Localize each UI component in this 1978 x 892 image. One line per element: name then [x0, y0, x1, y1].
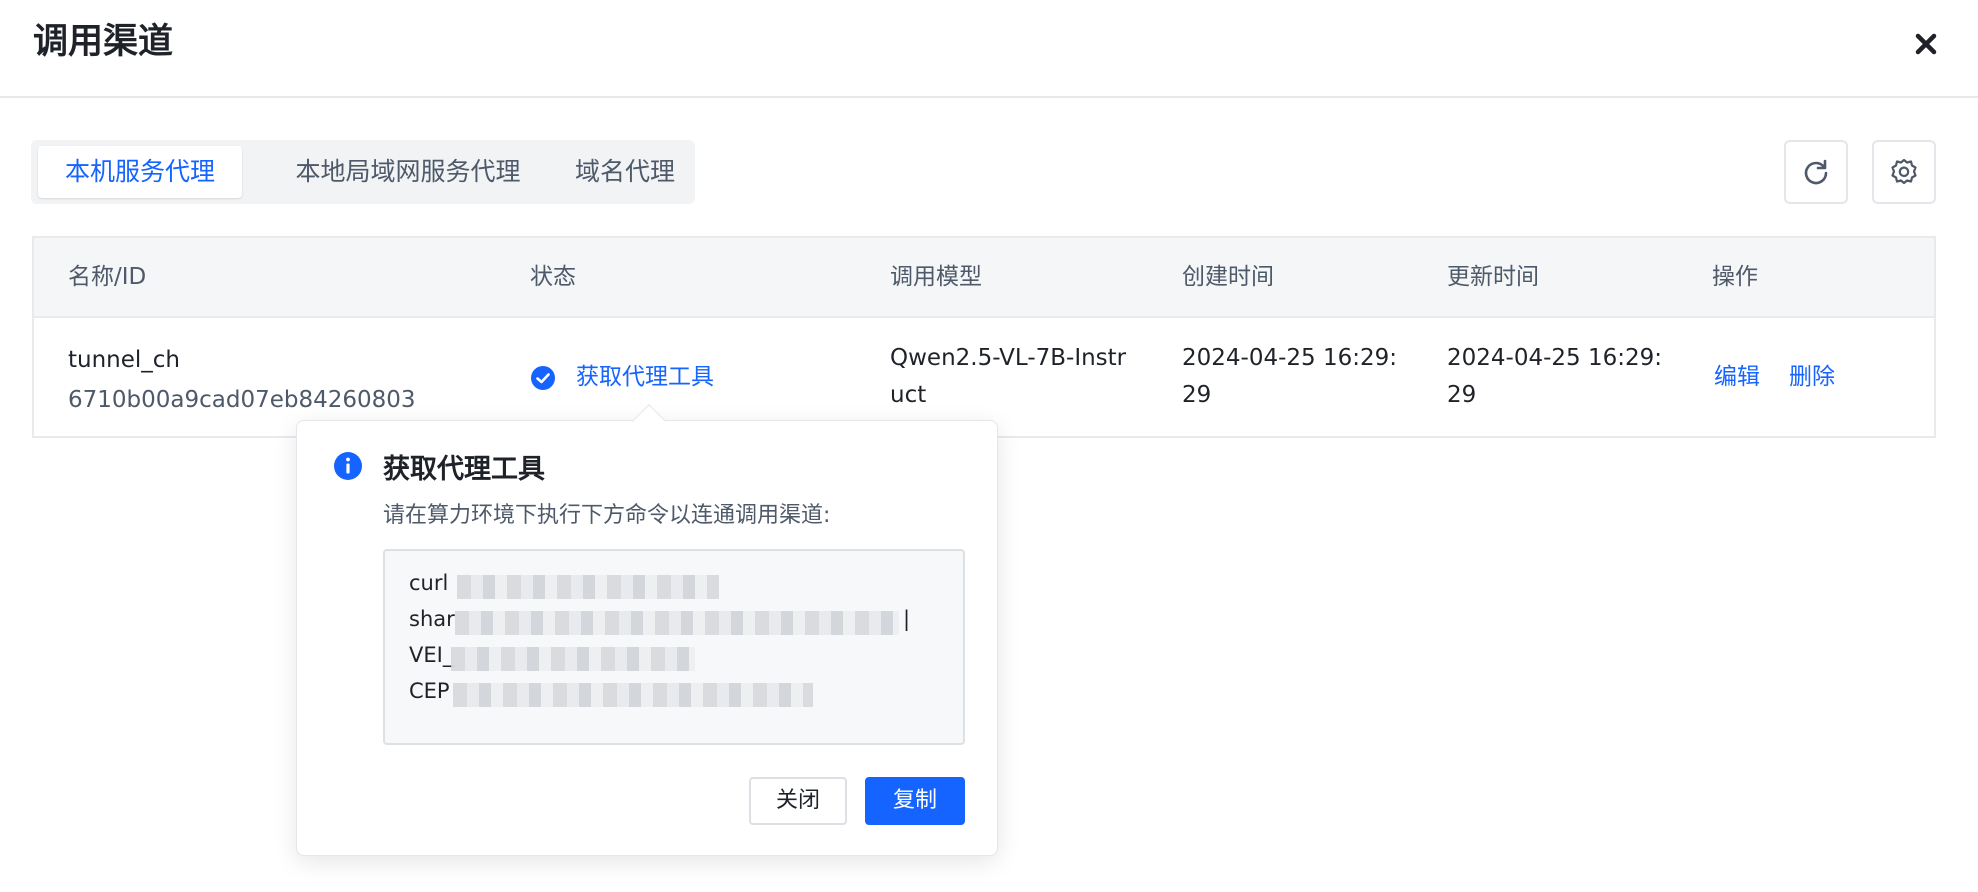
- check-circle-icon: [530, 359, 558, 396]
- column-header-created: 创建时间: [1182, 264, 1274, 290]
- refresh-icon: [1804, 159, 1828, 185]
- channel-table: 名称/ID 状态 调用模型 创建时间 更新时间 操作 tunnel_ch 671…: [32, 236, 1936, 438]
- column-header-updated: 更新时间: [1447, 264, 1539, 290]
- tab-domain-proxy[interactable]: 域名代理: [569, 146, 681, 198]
- proxy-tool-popover: 获取代理工具 请在算力环境下执行下方命令以连通调用渠道: curl shar |…: [296, 404, 998, 856]
- get-proxy-tool-link[interactable]: 获取代理工具: [576, 359, 714, 396]
- command-line-3: VEI_: [409, 643, 454, 667]
- row-id: 6710b00a9cad07eb84260803: [68, 387, 416, 413]
- column-header-name-id: 名称/ID: [68, 264, 147, 290]
- redacted-text: [451, 647, 695, 671]
- row-model-line2: uct: [890, 382, 927, 408]
- dialog-title: 调用渠道: [33, 22, 174, 62]
- column-header-model: 调用模型: [890, 264, 982, 290]
- command-line-2: shar: [409, 607, 455, 631]
- column-header-actions: 操作: [1712, 264, 1758, 290]
- popover-description: 请在算力环境下执行下方命令以连通调用渠道:: [383, 503, 831, 528]
- redacted-text: [453, 683, 813, 707]
- close-icon[interactable]: [1906, 24, 1946, 64]
- gear-icon: [1891, 158, 1917, 185]
- dialog-header: 调用渠道: [0, 0, 1978, 98]
- tab-lan-service-proxy[interactable]: 本地局域网服务代理: [263, 146, 553, 198]
- command-box[interactable]: curl shar | VEI_ CEP: [383, 549, 965, 745]
- row-name: tunnel_ch: [68, 347, 181, 373]
- proxy-type-tabs: 本机服务代理 本地局域网服务代理 域名代理: [31, 140, 695, 204]
- column-header-status: 状态: [530, 264, 576, 290]
- table-header: 名称/ID 状态 调用模型 创建时间 更新时间 操作: [34, 238, 1934, 318]
- row-model-line1: Qwen2.5-VL-7B-Instr: [890, 345, 1127, 371]
- edit-link[interactable]: 编辑: [1714, 359, 1760, 396]
- info-icon: [333, 451, 363, 485]
- redacted-text: [455, 611, 899, 635]
- row-updated-line2: 29: [1447, 382, 1477, 408]
- command-line-1: curl: [409, 571, 449, 595]
- row-created-line1: 2024-04-25 16:29:: [1182, 345, 1398, 371]
- refresh-button[interactable]: [1784, 140, 1848, 204]
- settings-button[interactable]: [1872, 140, 1936, 204]
- delete-link[interactable]: 删除: [1789, 359, 1835, 396]
- popover-title: 获取代理工具: [383, 454, 545, 485]
- tab-local-service-proxy[interactable]: 本机服务代理: [38, 146, 242, 198]
- redacted-text: [457, 575, 719, 599]
- command-line-2-tail: |: [903, 607, 911, 631]
- copy-button[interactable]: 复制: [865, 777, 965, 825]
- row-updated-line1: 2024-04-25 16:29:: [1447, 345, 1663, 371]
- row-created-line2: 29: [1182, 382, 1212, 408]
- command-line-4: CEP: [409, 679, 450, 703]
- close-button[interactable]: 关闭: [749, 777, 847, 825]
